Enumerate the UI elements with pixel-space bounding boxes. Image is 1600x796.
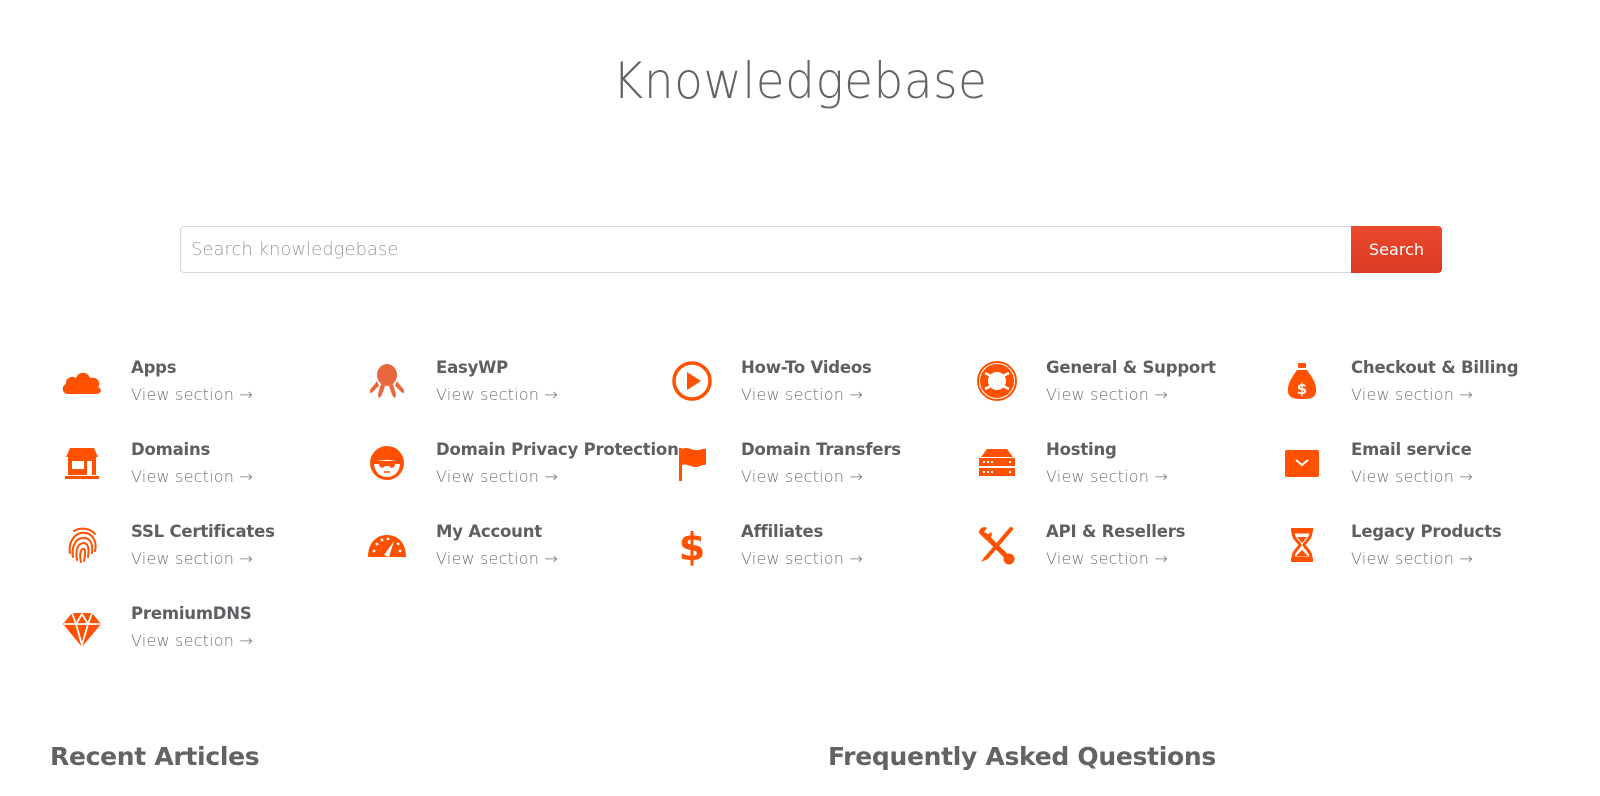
category-easywp[interactable]: EasyWP View section → — [355, 355, 655, 415]
category-name: EasyWP — [436, 358, 509, 377]
view-section-link[interactable]: View section → — [436, 549, 558, 568]
category-ssl-certificates[interactable]: SSL Certificates View section → — [50, 519, 350, 579]
view-section-link[interactable]: View section → — [131, 467, 253, 486]
category-name: Apps — [131, 358, 177, 377]
category-apps[interactable]: Apps View section → — [50, 355, 350, 415]
lifebuoy-icon — [975, 359, 1019, 403]
category-hosting[interactable]: Hosting View section → — [965, 437, 1265, 497]
envelope-icon — [1280, 441, 1324, 485]
money-bag-icon: $ — [1280, 359, 1324, 403]
category-email-service[interactable]: Email service View section → — [1270, 437, 1570, 497]
view-section-link[interactable]: View section → — [1351, 385, 1473, 404]
category-domain-transfers[interactable]: Domain Transfers View section → — [660, 437, 960, 497]
view-section-link[interactable]: View section → — [131, 549, 253, 568]
octopus-icon — [365, 359, 409, 403]
fingerprint-icon — [60, 523, 104, 567]
search-button[interactable]: Search — [1351, 226, 1442, 273]
dollar-icon: $ — [670, 523, 714, 567]
svg-text:$: $ — [679, 525, 705, 567]
category-name: PremiumDNS — [131, 604, 252, 623]
category-general-support[interactable]: General & Support View section → — [965, 355, 1265, 415]
category-name: Checkout & Billing — [1351, 358, 1519, 377]
page-title: Knowledgebase — [612, 52, 988, 110]
search-input[interactable] — [180, 226, 1351, 273]
tools-icon — [975, 523, 1019, 567]
view-section-link[interactable]: View section → — [436, 385, 558, 404]
storefront-icon — [60, 441, 104, 485]
category-how-to-videos[interactable]: How-To Videos View section → — [660, 355, 960, 415]
category-name: Hosting — [1046, 440, 1117, 459]
category-my-account[interactable]: My Account View section → — [355, 519, 655, 579]
dashboard-gauge-icon — [365, 523, 409, 567]
view-section-link[interactable]: View section → — [1046, 385, 1168, 404]
view-section-link[interactable]: View section → — [741, 467, 863, 486]
view-section-link[interactable]: View section → — [436, 467, 558, 486]
diamond-icon — [60, 605, 104, 649]
view-section-link[interactable]: View section → — [131, 385, 253, 404]
category-premiumdns[interactable]: PremiumDNS View section → — [50, 601, 350, 661]
view-section-link[interactable]: View section → — [131, 631, 253, 650]
category-name: API & Resellers — [1046, 522, 1186, 541]
play-icon — [670, 359, 714, 403]
category-name: Affiliates — [741, 522, 824, 541]
view-section-link[interactable]: View section → — [1351, 467, 1473, 486]
view-section-link[interactable]: View section → — [741, 549, 863, 568]
category-name: Domain Transfers — [741, 440, 901, 459]
view-section-link[interactable]: View section → — [741, 385, 863, 404]
category-domains[interactable]: Domains View section → — [50, 437, 350, 497]
category-name: How-To Videos — [741, 358, 872, 377]
category-api-resellers[interactable]: API & Resellers View section → — [965, 519, 1265, 579]
category-name: Email service — [1351, 440, 1472, 459]
category-name: My Account — [436, 522, 542, 541]
category-legacy-products[interactable]: Legacy Products View section → — [1270, 519, 1570, 579]
category-name: General & Support — [1046, 358, 1216, 377]
category-name: Legacy Products — [1351, 522, 1502, 541]
category-checkout-billing[interactable]: $ Checkout & Billing View section → — [1270, 355, 1570, 415]
sunglasses-face-icon — [365, 441, 409, 485]
category-name: SSL Certificates — [131, 522, 275, 541]
server-icon — [975, 441, 1019, 485]
flag-icon — [670, 441, 714, 485]
svg-text:$: $ — [1297, 380, 1307, 398]
recent-articles-heading: Recent Articles — [50, 742, 260, 771]
search-bar: Search — [180, 226, 1442, 273]
hourglass-icon — [1280, 523, 1324, 567]
category-domain-privacy-protection[interactable]: Domain Privacy Protection View section → — [355, 437, 679, 497]
view-section-link[interactable]: View section → — [1046, 549, 1168, 568]
category-name: Domain Privacy Protection — [436, 440, 679, 459]
category-affiliates[interactable]: $ Affiliates View section → — [660, 519, 960, 579]
faq-heading: Frequently Asked Questions — [828, 742, 1216, 771]
view-section-link[interactable]: View section → — [1351, 549, 1473, 568]
category-name: Domains — [131, 440, 211, 459]
view-section-link[interactable]: View section → — [1046, 467, 1168, 486]
cloud-icon — [60, 359, 104, 403]
